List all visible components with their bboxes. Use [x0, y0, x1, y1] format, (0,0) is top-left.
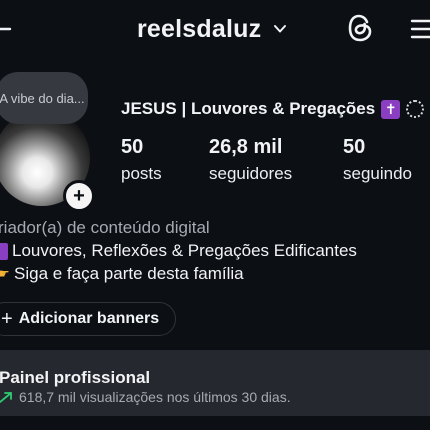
bio-line-2-text: Siga e faça parte desta família	[14, 264, 244, 283]
plus-icon: +	[1, 307, 13, 330]
bio-line-1-text: Louvores, Reflexões & Pregações Edifican…	[12, 241, 357, 260]
dashboard-subtitle-text: 618,7 mil visualizações nos últimos 30 d…	[19, 389, 291, 405]
dashboard-title: Painel profissional	[0, 368, 151, 387]
stat-value: 50	[343, 136, 366, 158]
purple-square-icon	[0, 242, 8, 260]
trend-up-icon	[0, 392, 12, 403]
dashboard-subtitle: 618,7 mil visualizações nos últimos 30 d…	[0, 389, 291, 405]
stat-label: seguidores	[209, 164, 293, 183]
note-bubble[interactable]: A vibe do dia...	[0, 72, 88, 124]
stat-label: seguindo	[343, 164, 413, 183]
profile-name: JESUS | Louvores & Pregações ✝	[121, 99, 425, 119]
divider	[0, 416, 430, 430]
username: reelsdaluz	[137, 14, 262, 43]
account-switcher[interactable]: reelsdaluz	[137, 12, 287, 46]
stat-label: posts	[121, 164, 162, 183]
pointing-hand-icon: ☛	[0, 266, 10, 281]
add-banners-button[interactable]: + Adicionar banners	[0, 302, 177, 336]
loading-ring-icon	[406, 100, 425, 118]
chevron-down-icon	[274, 25, 287, 33]
note-text: A vibe do dia...	[0, 90, 85, 106]
add-banners-label: Adicionar banners	[18, 310, 160, 327]
bio-line-2: ☛ Siga e faça parte desta família	[0, 264, 244, 284]
plus-icon: +	[73, 185, 85, 207]
stat-posts[interactable]: 50 posts	[121, 134, 162, 186]
stat-following[interactable]: 50 seguindo	[343, 134, 412, 186]
stat-value: 26,8 mil	[209, 136, 283, 158]
bio-line-1: Louvores, Reflexões & Pregações Edifican…	[0, 241, 357, 261]
add-story-button[interactable]: +	[63, 180, 95, 212]
back-arrow-icon[interactable]	[0, 18, 12, 40]
cross-icon: ✝	[381, 99, 401, 119]
stat-followers[interactable]: 26,8 mil seguidores	[209, 134, 292, 186]
threads-icon[interactable]	[345, 12, 375, 44]
profile-name-text: JESUS | Louvores & Pregações	[121, 99, 376, 118]
stat-value: 50	[121, 136, 144, 158]
bio-category: riador(a) de conteúdo digital	[0, 218, 210, 237]
menu-icon[interactable]	[410, 18, 430, 40]
